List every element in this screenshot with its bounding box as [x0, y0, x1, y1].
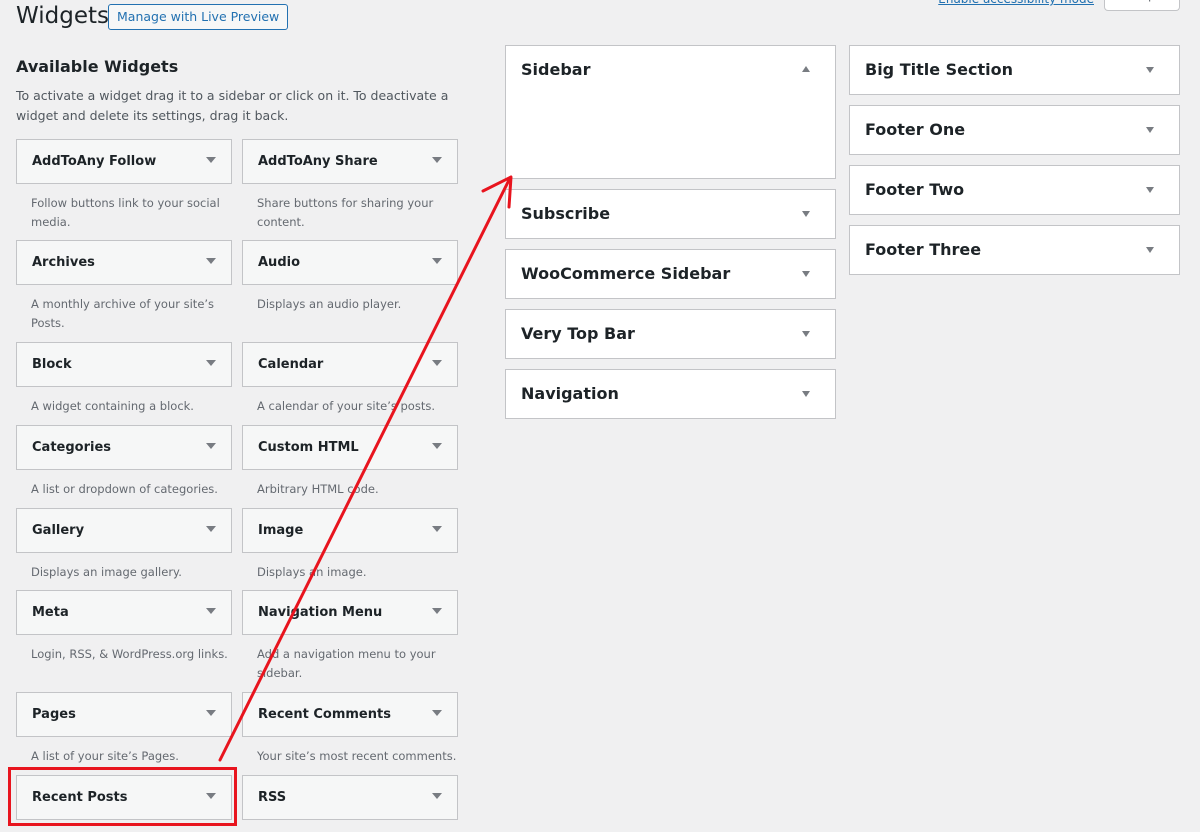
widget-recent-posts[interactable]: Recent Posts	[16, 775, 232, 820]
widget-description: A list or dropdown of categories.	[31, 482, 218, 496]
widget-description: Login, RSS, & WordPress.org links.	[31, 647, 228, 661]
widget-area-title: Subscribe	[521, 204, 611, 223]
chevron-down-icon[interactable]	[1146, 127, 1154, 133]
manage-live-preview-button[interactable]: Manage with Live Preview	[108, 4, 289, 30]
screen-meta-links: Enable accessibility mode Help	[938, 0, 1180, 11]
widget-area-woocommerce-sidebar[interactable]: WooCommerce Sidebar	[505, 249, 836, 299]
widget-description: Displays an image.	[257, 565, 367, 579]
widget-area-sidebar[interactable]: Sidebar	[505, 45, 836, 179]
widget-title: AddToAny Follow	[32, 154, 157, 169]
widget-description: Displays an audio player.	[257, 297, 402, 311]
available-widgets-title: Available Widgets	[16, 57, 179, 76]
widget-description: Share buttons for sharing your content.	[257, 196, 434, 229]
help-button[interactable]: Help	[1104, 0, 1180, 11]
widget-title: RSS	[258, 790, 287, 805]
widget-area-title: WooCommerce Sidebar	[521, 264, 731, 283]
widget-title: Recent Posts	[32, 790, 128, 805]
accessibility-mode-link[interactable]: Enable accessibility mode	[938, 0, 1094, 6]
chevron-down-icon[interactable]	[206, 258, 216, 264]
widget-area-title: Big Title Section	[865, 60, 1014, 79]
widget-navigation-menu[interactable]: Navigation Menu	[242, 590, 458, 635]
chevron-down-icon[interactable]	[206, 710, 216, 716]
widget-title: Gallery	[32, 523, 85, 538]
chevron-down-icon[interactable]	[1146, 187, 1154, 193]
chevron-up-icon[interactable]	[802, 66, 810, 72]
widget-area-subscribe[interactable]: Subscribe	[505, 189, 836, 239]
widget-title: Archives	[32, 255, 95, 270]
widget-description: A widget containing a block.	[31, 399, 194, 413]
widget-pages[interactable]: Pages	[16, 692, 232, 737]
widget-area-navigation[interactable]: Navigation	[505, 369, 836, 419]
widget-area-footer-three[interactable]: Footer Three	[849, 225, 1180, 275]
widget-area-footer-two[interactable]: Footer Two	[849, 165, 1180, 215]
widget-title: Recent Comments	[258, 707, 391, 722]
widget-categories[interactable]: Categories	[16, 425, 232, 470]
widget-description: A list of your site’s Pages.	[31, 749, 179, 763]
widget-area-footer-one[interactable]: Footer One	[849, 105, 1180, 155]
widget-area-title: Sidebar	[521, 60, 591, 79]
chevron-down-icon[interactable]	[206, 526, 216, 532]
widget-title: Custom HTML	[258, 440, 359, 455]
widget-area-title: Footer One	[865, 120, 966, 139]
chevron-down-icon[interactable]	[206, 608, 216, 614]
widget-title: AddToAny Share	[258, 154, 378, 169]
widget-gallery[interactable]: Gallery	[16, 508, 232, 553]
widget-title: Meta	[32, 605, 69, 620]
widget-title: Calendar	[258, 357, 324, 372]
widget-addtoany-share[interactable]: AddToAny Share	[242, 139, 458, 184]
widget-description: Displays an image gallery.	[31, 565, 182, 579]
widget-rss[interactable]: RSS	[242, 775, 458, 820]
page-title: Widgets	[16, 3, 109, 29]
widget-area-title: Very Top Bar	[521, 324, 635, 343]
chevron-down-icon[interactable]	[432, 360, 442, 366]
chevron-down-icon[interactable]	[1146, 67, 1154, 73]
widget-calendar[interactable]: Calendar	[242, 342, 458, 387]
chevron-down-icon[interactable]	[432, 258, 442, 264]
widget-title: Block	[32, 357, 72, 372]
widget-title: Audio	[258, 255, 301, 270]
widget-area-title: Footer Three	[865, 240, 982, 259]
widget-recent-comments[interactable]: Recent Comments	[242, 692, 458, 737]
available-widgets-description: To activate a widget drag it to a sideba…	[16, 88, 449, 123]
chevron-down-icon[interactable]	[432, 526, 442, 532]
widget-description: Add a navigation menu to your sidebar.	[257, 647, 436, 680]
chevron-down-icon[interactable]	[432, 793, 442, 799]
chevron-down-icon[interactable]	[206, 157, 216, 163]
chevron-down-icon[interactable]	[206, 443, 216, 449]
widget-area-big-title-section[interactable]: Big Title Section	[849, 45, 1180, 95]
widget-archives[interactable]: Archives	[16, 240, 232, 285]
widget-description: Arbitrary HTML code.	[257, 482, 379, 496]
widget-description: Your site’s most recent comments.	[257, 749, 457, 763]
widget-audio[interactable]: Audio	[242, 240, 458, 285]
chevron-down-icon[interactable]	[802, 391, 810, 397]
widget-title: Categories	[32, 440, 112, 455]
widget-title: Navigation Menu	[258, 605, 383, 620]
chevron-down-icon[interactable]	[802, 211, 810, 217]
widget-description: A calendar of your site’s posts.	[257, 399, 435, 413]
chevron-down-icon[interactable]	[1146, 247, 1154, 253]
chevron-down-icon[interactable]	[432, 443, 442, 449]
chevron-down-icon[interactable]	[802, 271, 810, 277]
chevron-down-icon[interactable]	[432, 157, 442, 163]
widget-area-very-top-bar[interactable]: Very Top Bar	[505, 309, 836, 359]
widget-custom-html[interactable]: Custom HTML	[242, 425, 458, 470]
chevron-down-icon[interactable]	[432, 710, 442, 716]
chevron-down-icon[interactable]	[206, 360, 216, 366]
chevron-down-icon[interactable]	[206, 793, 216, 799]
chevron-down-icon[interactable]	[802, 331, 810, 337]
widget-block[interactable]: Block	[16, 342, 232, 387]
widget-description: Follow buttons link to your social media…	[31, 196, 220, 229]
widget-area-title: Footer Two	[865, 180, 965, 199]
widget-addtoany-follow[interactable]: AddToAny Follow	[16, 139, 232, 184]
chevron-down-icon[interactable]	[432, 608, 442, 614]
widget-title: Image	[258, 523, 304, 538]
widget-description: A monthly archive of your site’s Posts.	[31, 297, 215, 330]
widget-title: Pages	[32, 707, 76, 722]
widget-area-title: Navigation	[521, 384, 619, 403]
widget-image[interactable]: Image	[242, 508, 458, 553]
widget-meta[interactable]: Meta	[16, 590, 232, 635]
